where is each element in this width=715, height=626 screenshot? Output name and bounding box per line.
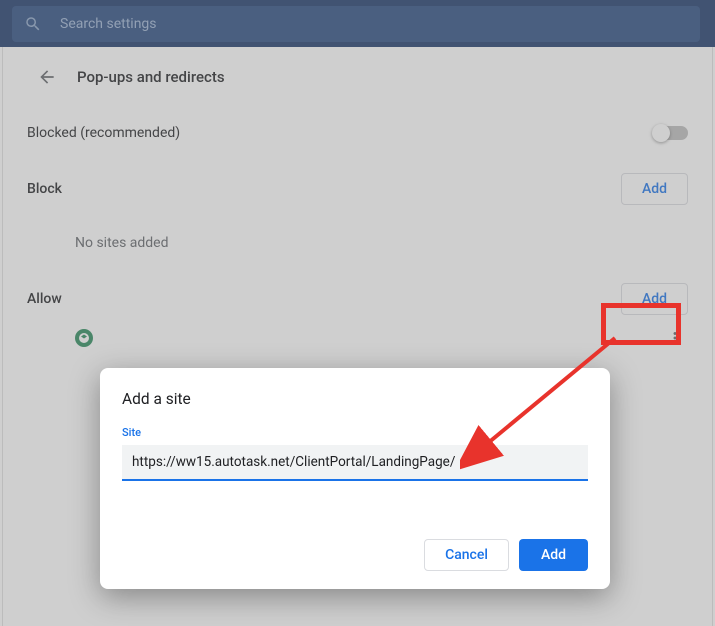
dialog-actions: Cancel Add: [122, 539, 588, 571]
dialog-add-button[interactable]: Add: [519, 539, 588, 571]
add-site-dialog: Add a site Site Cancel Add: [100, 368, 610, 589]
dialog-title: Add a site: [122, 390, 588, 408]
site-field-label: Site: [122, 426, 588, 439]
cancel-button[interactable]: Cancel: [424, 539, 509, 571]
site-url-input[interactable]: [122, 445, 588, 481]
